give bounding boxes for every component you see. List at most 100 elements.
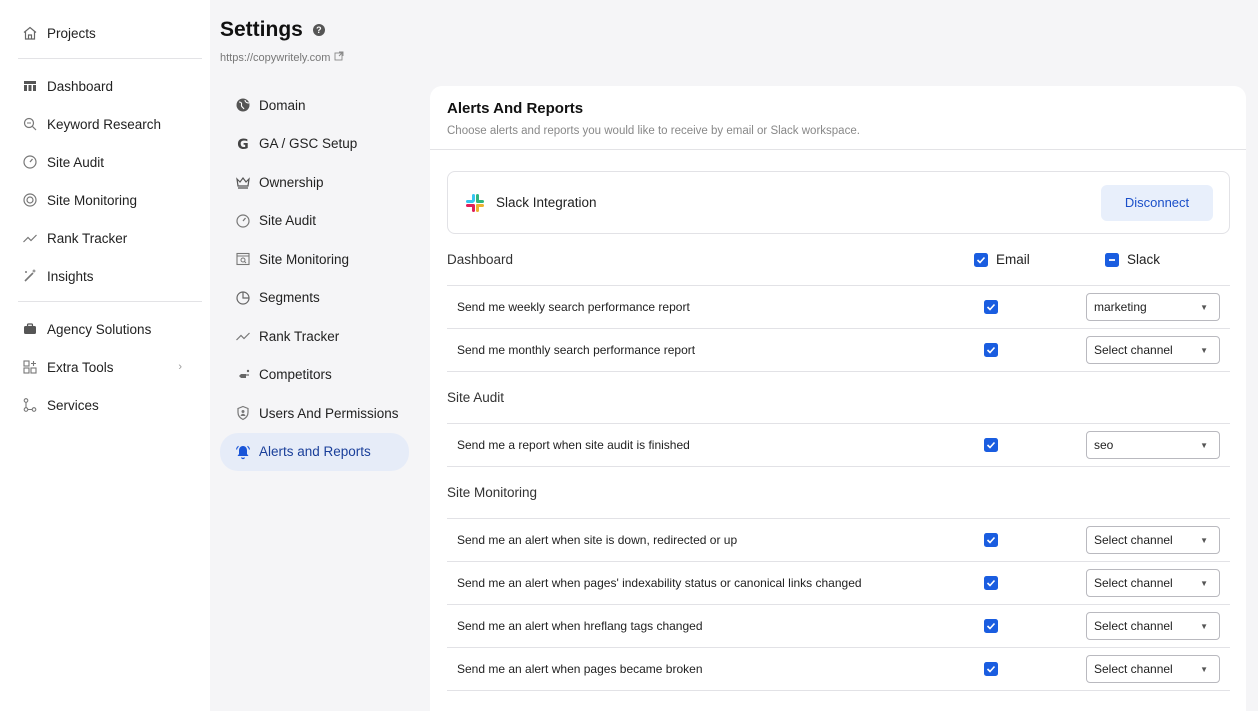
sidebar-item-insights[interactable]: Insights bbox=[0, 257, 210, 295]
email-checkbox[interactable] bbox=[984, 438, 998, 452]
help-icon[interactable]: ? bbox=[312, 24, 325, 36]
monitor-icon bbox=[22, 192, 38, 208]
sidebar-item-label: Dashboard bbox=[47, 78, 114, 94]
row-label: Send me an alert when pages became broke… bbox=[457, 662, 703, 676]
select-value: seo bbox=[1094, 438, 1114, 452]
subnav-item-competitors[interactable]: Competitors bbox=[220, 356, 409, 395]
row-label: Send me an alert when hreflang tags chan… bbox=[457, 619, 703, 633]
row-label: Send me an alert when site is down, redi… bbox=[457, 533, 738, 547]
sidebar-item-dashboard[interactable]: Dashboard bbox=[0, 67, 210, 105]
external-link-icon bbox=[334, 51, 344, 64]
card-header: Alerts And Reports Choose alerts and rep… bbox=[430, 86, 1246, 150]
google-icon: G bbox=[235, 136, 251, 152]
subnav-item-domain[interactable]: Domain bbox=[220, 86, 409, 125]
table-row: Send me a report when site audit is fini… bbox=[447, 424, 1230, 467]
table-row: Send me weekly search performance report… bbox=[447, 286, 1230, 329]
email-checkbox[interactable] bbox=[984, 576, 998, 590]
settings-subnav: Domain G GA / GSC Setup Ownership Site A… bbox=[220, 86, 409, 471]
select-value: Select channel bbox=[1094, 343, 1173, 357]
section-title: Site Monitoring bbox=[447, 485, 538, 500]
page-title: Settings ? bbox=[220, 18, 344, 42]
email-checkbox[interactable] bbox=[984, 662, 998, 676]
disconnect-button[interactable]: Disconnect bbox=[1101, 184, 1213, 221]
section-header: Dashboard Email Slack bbox=[447, 234, 1230, 286]
email-column-header[interactable]: Email bbox=[974, 252, 1030, 267]
sidebar-divider bbox=[18, 58, 202, 59]
row-label: Send me a report when site audit is fini… bbox=[457, 438, 690, 452]
page-header: Settings ? https://copywritely.com bbox=[220, 18, 344, 64]
sidebar-item-site-monitoring[interactable]: Site Monitoring bbox=[0, 181, 210, 219]
sidebar-item-site-audit[interactable]: Site Audit bbox=[0, 143, 210, 181]
subnav-item-alerts-and-reports[interactable]: Alerts and Reports bbox=[220, 432, 409, 471]
subnav-label: GA / GSC Setup bbox=[259, 136, 358, 152]
subnav-item-users-and-permissions[interactable]: Users And Permissions bbox=[220, 394, 409, 433]
email-column-label: Email bbox=[996, 252, 1030, 267]
sidebar-item-rank-tracker[interactable]: Rank Tracker bbox=[0, 219, 210, 257]
crown-icon bbox=[235, 174, 251, 190]
sidebar-item-extra-tools[interactable]: Extra Tools › bbox=[0, 348, 210, 386]
subnav-label: Rank Tracker bbox=[259, 328, 340, 344]
caret-down-icon: ▼ bbox=[1200, 302, 1208, 312]
email-select-all-checkbox[interactable] bbox=[974, 252, 988, 267]
wand-icon bbox=[22, 268, 38, 284]
shield-user-icon bbox=[235, 405, 251, 421]
site-url-text: https://copywritely.com bbox=[220, 51, 331, 64]
sidebar-item-agency-solutions[interactable]: Agency Solutions bbox=[0, 310, 210, 348]
sidebar-item-label: Site Monitoring bbox=[47, 192, 138, 208]
slack-channel-select[interactable]: Select channel ▼ bbox=[1086, 612, 1220, 640]
page-title-text: Settings bbox=[220, 18, 303, 41]
subnav-item-segments[interactable]: Segments bbox=[220, 279, 409, 318]
sidebar-item-keyword-research[interactable]: Keyword Research bbox=[0, 105, 210, 143]
subnav-label: Domain bbox=[259, 97, 306, 113]
slack-channel-select[interactable]: Select channel ▼ bbox=[1086, 526, 1220, 554]
table-row: Send me an alert when site is down, redi… bbox=[447, 519, 1230, 562]
subnav-item-site-monitoring[interactable]: Site Monitoring bbox=[220, 240, 409, 279]
site-url-link[interactable]: https://copywritely.com bbox=[220, 51, 344, 64]
slack-channel-select[interactable]: Select channel ▼ bbox=[1086, 655, 1220, 683]
row-label: Send me weekly search performance report bbox=[457, 300, 690, 314]
email-checkbox[interactable] bbox=[984, 343, 998, 357]
sidebar-item-label: Insights bbox=[47, 268, 94, 284]
table-row: Send me an alert when pages became broke… bbox=[447, 648, 1230, 691]
sidebar-item-label: Services bbox=[47, 397, 99, 413]
slack-channel-select[interactable]: Select channel ▼ bbox=[1086, 569, 1220, 597]
sidebar-item-projects[interactable]: Projects bbox=[0, 14, 210, 52]
slack-column-header[interactable]: Slack bbox=[1105, 252, 1160, 267]
subnav-item-ownership[interactable]: Ownership bbox=[220, 163, 409, 202]
section-header: Site Monitoring bbox=[447, 467, 1230, 519]
card-title: Alerts And Reports bbox=[447, 100, 584, 117]
sidebar-item-services[interactable]: Services bbox=[0, 386, 210, 424]
keyword-icon bbox=[22, 116, 38, 132]
subnav-item-ga-gsc-setup[interactable]: G GA / GSC Setup bbox=[220, 125, 409, 164]
select-value: Select channel bbox=[1094, 576, 1173, 590]
caret-down-icon: ▼ bbox=[1200, 578, 1208, 588]
sidebar-item-label: Keyword Research bbox=[47, 116, 162, 132]
section-header: Site Audit bbox=[447, 372, 1230, 424]
select-value: Select channel bbox=[1094, 619, 1173, 633]
slack-channel-select[interactable]: seo ▼ bbox=[1086, 431, 1220, 459]
table-row: Send me monthly search performance repor… bbox=[447, 329, 1230, 372]
select-value: marketing bbox=[1094, 300, 1147, 314]
dashboard-icon bbox=[22, 78, 38, 94]
sidebar-item-label: Rank Tracker bbox=[47, 230, 128, 246]
sidebar-item-label: Agency Solutions bbox=[47, 321, 152, 337]
section-title: Dashboard bbox=[447, 252, 514, 267]
email-checkbox[interactable] bbox=[984, 300, 998, 314]
globe-icon bbox=[235, 97, 251, 113]
competitors-icon bbox=[235, 367, 251, 383]
subnav-item-rank-tracker[interactable]: Rank Tracker bbox=[220, 317, 409, 356]
caret-down-icon: ▼ bbox=[1200, 664, 1208, 674]
table-row: Send me an alert when hreflang tags chan… bbox=[447, 605, 1230, 648]
slack-select-all-checkbox[interactable] bbox=[1105, 252, 1119, 267]
row-label: Send me monthly search performance repor… bbox=[457, 343, 696, 357]
email-checkbox[interactable] bbox=[984, 619, 998, 633]
select-value: Select channel bbox=[1094, 662, 1173, 676]
slack-channel-select[interactable]: marketing ▼ bbox=[1086, 293, 1220, 321]
section-site-audit: Site Audit Send me a report when site au… bbox=[447, 372, 1230, 467]
subnav-item-site-audit[interactable]: Site Audit bbox=[220, 202, 409, 241]
email-checkbox[interactable] bbox=[984, 533, 998, 547]
slack-channel-select[interactable]: Select channel ▼ bbox=[1086, 336, 1220, 364]
sidebar-divider bbox=[18, 301, 202, 302]
sidebar-item-label: Projects bbox=[47, 25, 96, 41]
subnav-label: Site Monitoring bbox=[259, 251, 350, 267]
